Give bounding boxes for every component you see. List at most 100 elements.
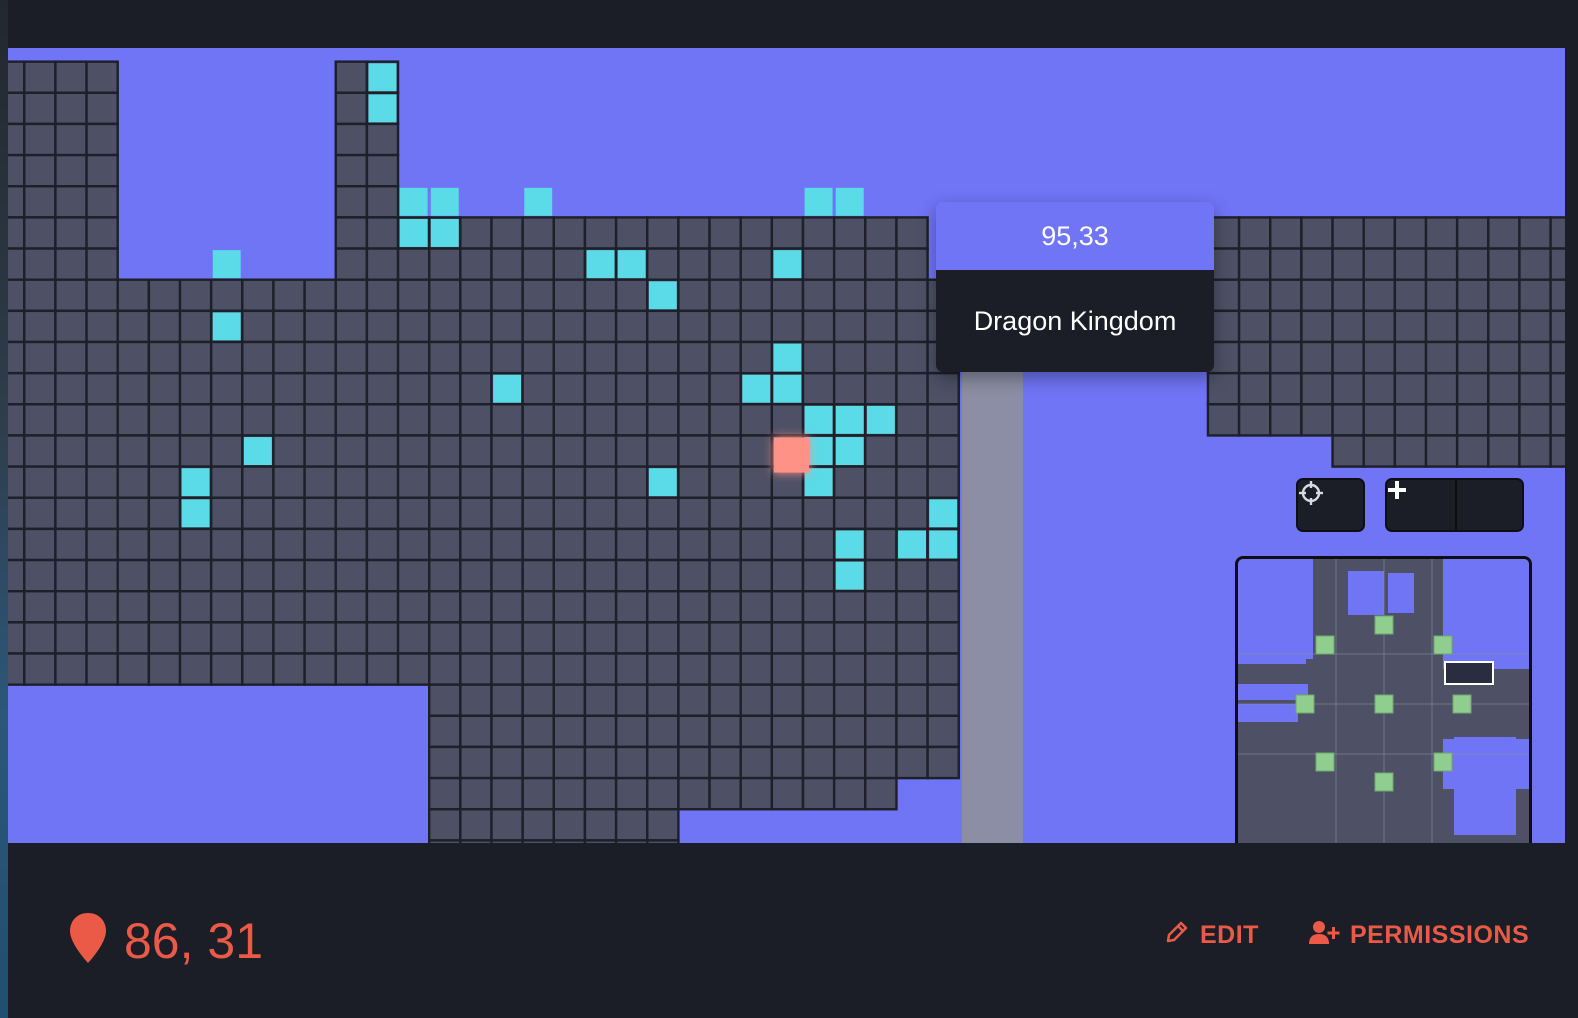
parcel[interactable] bbox=[23, 465, 57, 499]
parcel[interactable] bbox=[770, 745, 805, 780]
parcel[interactable] bbox=[739, 621, 774, 655]
parcel[interactable] bbox=[209, 558, 244, 593]
parcel[interactable] bbox=[614, 340, 649, 375]
parcel[interactable] bbox=[895, 216, 929, 250]
parcel[interactable] bbox=[428, 558, 462, 593]
parcel[interactable] bbox=[178, 434, 213, 468]
parcel[interactable] bbox=[521, 371, 556, 406]
parcel[interactable] bbox=[864, 247, 898, 281]
parcel[interactable] bbox=[147, 278, 182, 313]
parcel[interactable] bbox=[1549, 340, 1565, 375]
parcel[interactable] bbox=[926, 434, 960, 468]
parcel[interactable] bbox=[85, 465, 119, 499]
parcel[interactable] bbox=[303, 309, 337, 344]
parcel[interactable] bbox=[677, 434, 711, 468]
parcel[interactable] bbox=[8, 496, 26, 531]
parcel[interactable] bbox=[521, 745, 556, 780]
parcel[interactable] bbox=[334, 434, 369, 468]
parcel[interactable] bbox=[677, 745, 711, 780]
parcel[interactable] bbox=[334, 652, 369, 686]
parcel[interactable] bbox=[895, 465, 929, 499]
parcel[interactable] bbox=[459, 621, 493, 655]
parcel[interactable] bbox=[770, 714, 805, 749]
parcel[interactable] bbox=[646, 371, 680, 406]
parcel[interactable] bbox=[552, 714, 587, 749]
parcel[interactable] bbox=[864, 590, 898, 624]
parcel[interactable] bbox=[428, 621, 462, 655]
parcel[interactable] bbox=[8, 247, 26, 281]
parcel[interactable] bbox=[396, 340, 431, 375]
parcel[interactable] bbox=[1487, 216, 1521, 250]
parcel[interactable] bbox=[365, 621, 400, 655]
parcel[interactable] bbox=[241, 465, 275, 499]
parcel[interactable] bbox=[1487, 278, 1521, 313]
parcel[interactable] bbox=[303, 558, 337, 593]
parcel[interactable] bbox=[770, 278, 805, 313]
parcel[interactable] bbox=[85, 247, 119, 281]
parcel[interactable] bbox=[1487, 403, 1521, 437]
parcel[interactable] bbox=[54, 91, 88, 126]
parcel[interactable] bbox=[1300, 216, 1334, 250]
parcel[interactable] bbox=[23, 153, 57, 188]
parcel[interactable] bbox=[241, 403, 275, 437]
parcel[interactable] bbox=[54, 403, 88, 437]
parcel[interactable] bbox=[895, 652, 929, 686]
owned-parcel[interactable] bbox=[524, 187, 553, 216]
owned-parcel[interactable] bbox=[617, 250, 646, 279]
parcel[interactable] bbox=[365, 652, 400, 686]
parcel[interactable] bbox=[178, 558, 213, 593]
parcel[interactable] bbox=[895, 621, 929, 655]
parcel[interactable] bbox=[614, 434, 649, 468]
parcel[interactable] bbox=[677, 216, 711, 250]
parcel[interactable] bbox=[583, 590, 618, 624]
parcel[interactable] bbox=[365, 153, 400, 188]
parcel[interactable] bbox=[895, 714, 929, 749]
parcel[interactable] bbox=[8, 153, 26, 188]
parcel[interactable] bbox=[583, 496, 618, 531]
parcel[interactable] bbox=[209, 278, 244, 313]
parcel[interactable] bbox=[23, 247, 57, 281]
parcel[interactable] bbox=[396, 527, 431, 562]
parcel[interactable] bbox=[864, 216, 898, 250]
parcel[interactable] bbox=[1331, 309, 1365, 344]
parcel[interactable] bbox=[1455, 403, 1490, 437]
parcel[interactable] bbox=[1455, 371, 1490, 406]
parcel[interactable] bbox=[770, 590, 805, 624]
parcel[interactable] bbox=[739, 558, 774, 593]
parcel[interactable] bbox=[646, 776, 680, 811]
parcel[interactable] bbox=[708, 496, 742, 531]
parcel[interactable] bbox=[241, 496, 275, 531]
parcel[interactable] bbox=[708, 558, 742, 593]
parcel[interactable] bbox=[552, 216, 587, 250]
parcel[interactable] bbox=[116, 590, 151, 624]
parcel[interactable] bbox=[428, 340, 462, 375]
parcel[interactable] bbox=[677, 714, 711, 749]
parcel[interactable] bbox=[147, 403, 182, 437]
parcel[interactable] bbox=[303, 652, 337, 686]
parcel[interactable] bbox=[147, 590, 182, 624]
parcel[interactable] bbox=[1455, 340, 1490, 375]
parcel[interactable] bbox=[365, 185, 400, 219]
parcel[interactable] bbox=[85, 403, 119, 437]
owned-parcel[interactable] bbox=[212, 312, 241, 341]
parcel[interactable] bbox=[334, 185, 369, 219]
parcel[interactable] bbox=[926, 590, 960, 624]
parcel[interactable] bbox=[801, 527, 836, 562]
parcel[interactable] bbox=[303, 434, 337, 468]
parcel[interactable] bbox=[801, 714, 836, 749]
parcel[interactable] bbox=[23, 278, 57, 313]
parcel[interactable] bbox=[864, 434, 898, 468]
parcel[interactable] bbox=[334, 621, 369, 655]
parcel[interactable] bbox=[396, 309, 431, 344]
parcel[interactable] bbox=[739, 216, 774, 250]
parcel[interactable] bbox=[116, 434, 151, 468]
parcel[interactable] bbox=[459, 683, 493, 718]
parcel[interactable] bbox=[428, 496, 462, 531]
parcel[interactable] bbox=[365, 590, 400, 624]
parcel[interactable] bbox=[85, 371, 119, 406]
parcel[interactable] bbox=[1206, 403, 1241, 437]
parcel[interactable] bbox=[209, 652, 244, 686]
parcel[interactable] bbox=[365, 278, 400, 313]
parcel[interactable] bbox=[428, 776, 462, 811]
parcel[interactable] bbox=[521, 434, 556, 468]
